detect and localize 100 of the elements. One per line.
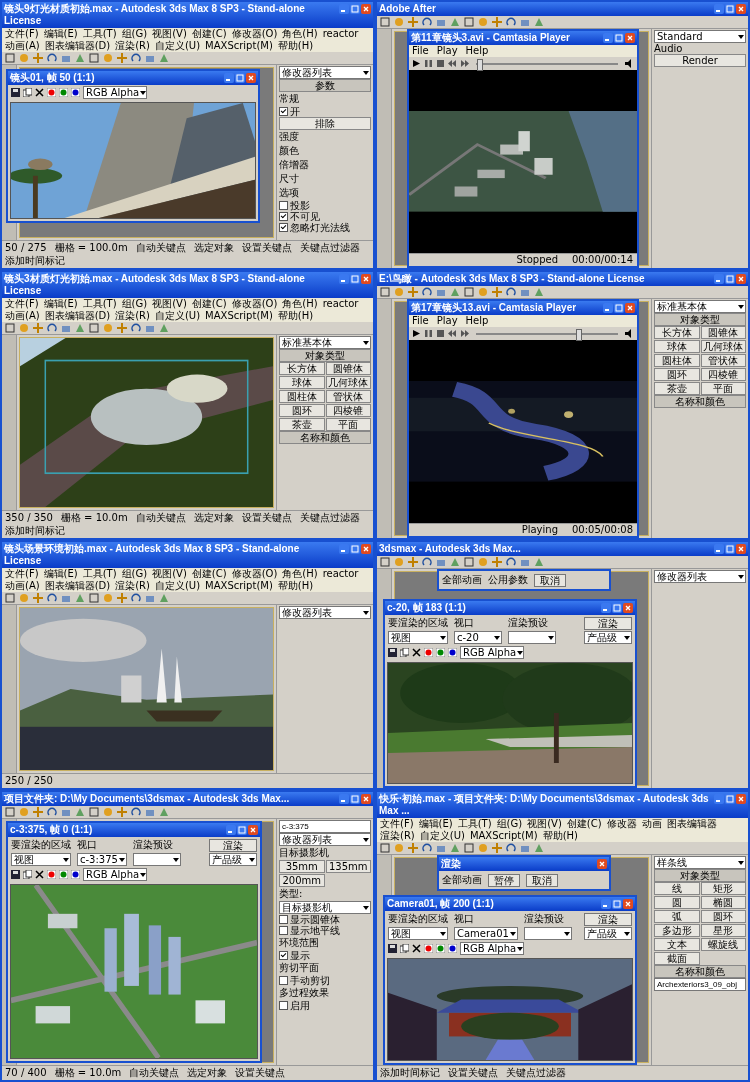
panel-button[interactable]: 圆环 [700,910,746,923]
close-icon[interactable] [625,303,635,313]
panel-button[interactable]: 平面 [700,382,746,395]
menu-item[interactable]: 编辑(E) [43,298,78,310]
menu-item[interactable]: MAXScript(M) [205,580,273,592]
copy-icon[interactable] [23,870,32,879]
maximize-icon[interactable] [614,303,624,313]
panel-button[interactable]: 平面 [325,418,371,431]
menu-item[interactable]: 角色(H) [282,568,318,580]
minimize-icon[interactable] [714,4,724,14]
save-icon[interactable] [11,870,20,879]
menu-item[interactable]: 动画(A) [5,40,40,52]
menu-item[interactable]: Play [436,45,458,57]
checkbox[interactable] [279,915,288,924]
maximize-icon[interactable] [350,4,360,14]
maximize-icon[interactable] [614,33,624,43]
menu-item[interactable]: 渲染(R) [115,310,150,322]
close-icon[interactable] [597,859,607,869]
channel-toggle[interactable] [436,944,445,953]
menu-item[interactable]: 组(G) [121,28,148,40]
menu-item[interactable]: 视图(V) [152,28,187,40]
play-icon[interactable] [412,59,421,68]
maximize-icon[interactable] [725,274,735,284]
text-field[interactable]: Archexteriors3_09_obj [654,978,746,991]
panel-button[interactable]: 圆锥体 [700,326,746,339]
panel-button[interactable]: 茶壶 [279,418,325,431]
panel-button[interactable]: 弧 [654,910,700,923]
panel-button[interactable]: 文本 [654,938,700,951]
menu-item[interactable]: 修改器 [606,818,637,830]
maximize-icon[interactable] [612,899,622,909]
close-icon[interactable] [736,274,746,284]
close-icon[interactable] [736,794,746,804]
menu-item[interactable]: 组(G) [496,818,523,830]
menu-item[interactable]: 帮助(H) [277,580,314,592]
save-icon[interactable] [11,88,20,97]
close-icon[interactable] [246,73,256,83]
channel-toggle[interactable] [448,944,457,953]
menu-item[interactable]: 文件(F) [380,818,414,830]
menu-item[interactable]: 创建(C) [191,568,227,580]
menu-item[interactable]: 自定义(U) [154,580,201,592]
dropdown[interactable]: 产品级 [209,853,257,866]
checkbox[interactable] [279,201,288,210]
dropdown[interactable] [132,853,181,866]
menu-item[interactable]: MAXScript(M) [205,310,273,322]
clear-icon[interactable] [35,870,44,879]
pause-icon[interactable] [424,329,433,338]
rollout-header[interactable]: 名称和颜色 [654,395,746,408]
panel-button[interactable]: 多边形 [654,924,700,937]
menu-item[interactable]: MAXScript(M) [205,40,273,52]
text-field[interactable]: c-3:375 [279,820,371,833]
close-icon[interactable] [361,794,371,804]
panel-button[interactable]: 螺旋线 [700,938,746,951]
rewind-icon[interactable] [448,329,457,338]
menu-item[interactable]: 图表编辑器(D) [44,310,111,322]
menu-item[interactable]: File [412,315,429,327]
panel-button[interactable]: 管状体 [325,390,371,403]
panel-button[interactable]: 圆柱体 [279,390,325,403]
rollout-header[interactable]: 对象类型 [654,869,746,882]
menu-item[interactable]: Play [436,315,458,327]
menu-item[interactable]: 帮助(H) [277,40,314,52]
dropdown[interactable]: 修改器列表 [279,66,371,79]
menu-item[interactable]: 角色(H) [282,28,318,40]
maximize-icon[interactable] [725,544,735,554]
dropdown[interactable]: 视图 [11,853,71,866]
checkbox[interactable] [279,223,288,232]
dropdown[interactable]: 产品级 [584,927,632,940]
close-icon[interactable] [625,33,635,43]
close-icon[interactable] [248,825,258,835]
channel-toggle[interactable] [59,88,68,97]
fast-forward-icon[interactable] [460,329,469,338]
fast-forward-icon[interactable] [460,59,469,68]
copy-icon[interactable] [400,648,409,657]
panel-button[interactable]: 截面 [654,952,700,965]
render-button[interactable]: 渲染 [584,617,632,630]
dropdown[interactable] [523,927,572,940]
dropdown[interactable]: 修改器列表 [279,606,371,619]
clear-icon[interactable] [412,648,421,657]
dropdown[interactable]: 视图 [388,631,448,644]
menu-item[interactable]: 组(G) [121,568,148,580]
save-icon[interactable] [388,944,397,953]
menu-item[interactable]: File [412,45,429,57]
panel-button[interactable]: 几何球体 [325,376,371,389]
dialog-button[interactable]: 暂停 [488,873,520,887]
minimize-icon[interactable] [714,544,724,554]
menu-item[interactable]: 渲染(R) [115,40,150,52]
panel-button[interactable]: 135mm [325,860,371,873]
menu-item[interactable]: 动画(A) [5,310,40,322]
dropdown[interactable]: 视图 [388,927,448,940]
channel-toggle[interactable] [436,648,445,657]
render-button[interactable]: 渲染 [584,913,632,926]
panel-button[interactable]: 200mm [279,874,325,887]
rollout-header[interactable]: 名称和颜色 [279,431,371,444]
dropdown[interactable]: 样条线 [654,856,746,869]
channel-toggle[interactable] [47,870,56,879]
menu-item[interactable]: 渲染(R) [115,580,150,592]
menu-item[interactable]: 文件(F) [5,298,39,310]
minimize-icon[interactable] [601,603,611,613]
menu-item[interactable]: 渲染(R) [380,830,415,842]
panel-button[interactable]: 圆环 [654,368,700,381]
menu-item[interactable]: 修改器(O) [231,298,278,310]
